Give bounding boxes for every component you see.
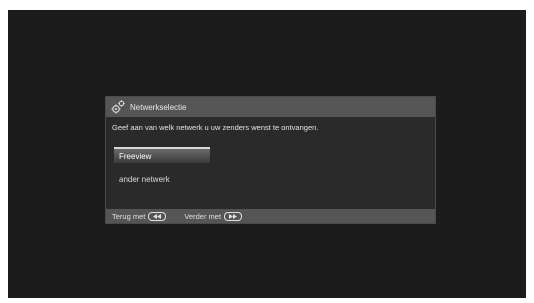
next-label: Verder met (184, 211, 222, 221)
dialog-header: Netwerkselectie (106, 97, 435, 117)
dialog-footer: Terug met Verder met (106, 209, 435, 223)
fast-forward-key-icon (224, 211, 243, 221)
back-label: Terug met (112, 211, 146, 221)
rewind-key-icon (148, 211, 167, 221)
next-hint: Verder met (184, 211, 243, 221)
dialog-title: Netwerkselectie (130, 102, 187, 112)
back-hint: Terug met (112, 211, 167, 221)
tv-screen: Netwerkselectie Geef aan van welk netwer… (8, 10, 526, 298)
dialog-prompt: Geef aan van welk netwerk u uw zenders w… (112, 123, 319, 132)
network-selection-dialog: Netwerkselectie Geef aan van welk netwer… (105, 96, 436, 224)
gears-icon (110, 99, 126, 115)
option-other-network[interactable]: ander netwerk (114, 171, 210, 187)
option-freeview[interactable]: Freeview (114, 147, 210, 163)
dialog-body: Geef aan van welk netwerk u uw zenders w… (106, 117, 435, 210)
